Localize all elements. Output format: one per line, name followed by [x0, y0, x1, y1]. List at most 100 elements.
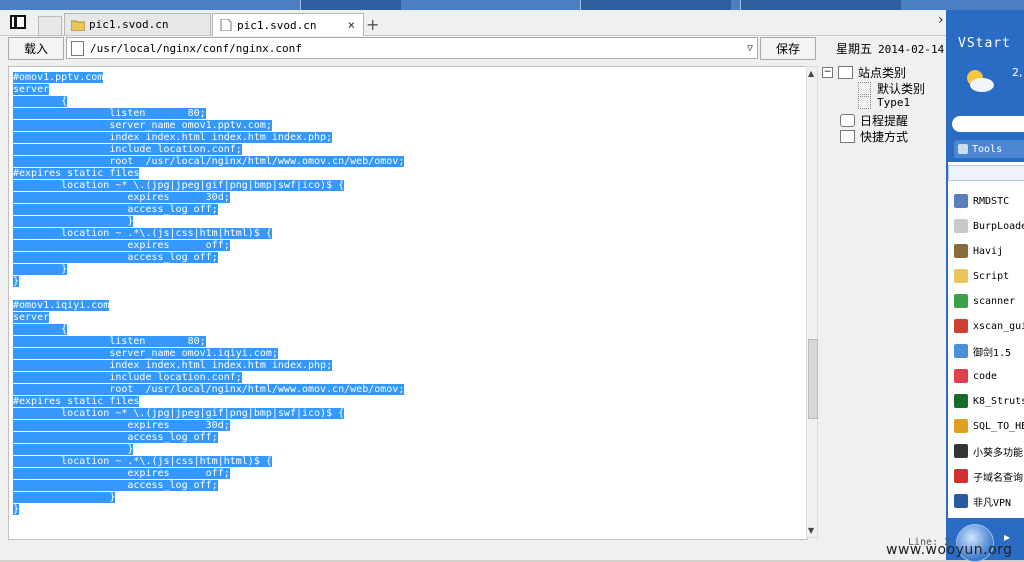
tab-title: pic1.svod.cn — [237, 18, 317, 32]
vstart-panel: VStart 2, Tools RMDSTC BurpLoade Havij Scri… — [946, 10, 1024, 562]
tab-tools[interactable]: Tools — [954, 140, 1024, 158]
selected-text: access_log off; — [13, 252, 218, 263]
code-line: server — [13, 84, 404, 96]
selected-text: expires off; — [13, 468, 230, 479]
selected-text: #expires static files — [13, 168, 140, 179]
editor-scrollbar[interactable]: ▲ ▼ — [806, 66, 818, 538]
code-line: { — [13, 324, 404, 336]
chevron-right-icon[interactable]: › — [938, 12, 944, 28]
vstart-item[interactable]: scanner — [954, 292, 1015, 310]
close-icon[interactable]: × — [348, 18, 355, 32]
vstart-item[interactable]: xscan_gui — [954, 317, 1024, 335]
code-line: server_name omov1.iqiyi.com; — [13, 348, 404, 360]
shortcut-icon — [840, 130, 855, 143]
site-tree: − 站点类别 默认类别 Type1 日程提醒 快捷方式 — [822, 62, 946, 172]
vstart-item[interactable]: 小葵多功能 — [954, 442, 1023, 460]
vstart-item[interactable]: 御剑1.5 — [954, 342, 1011, 360]
code-line: location ~ .*\.(js|css|htm|html)$ { — [13, 228, 404, 240]
selected-text: server_name omov1.pptv.com; — [13, 120, 272, 131]
tab-file-2[interactable]: pic1.svod.cn × — [212, 13, 364, 36]
vstart-item-label: scanner — [973, 295, 1016, 307]
scroll-thumb[interactable] — [808, 339, 818, 419]
list-filter-input[interactable] — [948, 165, 1024, 181]
weather-value: 2, — [1012, 66, 1023, 79]
vstart-item-label: code — [973, 370, 998, 382]
path-input[interactable]: /usr/local/nginx/conf/nginx.conf ▽ — [66, 37, 758, 59]
folder-icon — [71, 20, 85, 31]
vstart-item[interactable]: SQL_TO_HE — [954, 417, 1024, 435]
new-tab-icon[interactable]: + — [366, 15, 379, 34]
code-content: #omov1.pptv.com server { listen 80; serve… — [13, 72, 405, 516]
vstart-item-label: RMDSTC — [973, 195, 1010, 207]
tab-bar: pic1.svod.cn pic1.svod.cn × + — [0, 10, 946, 36]
remote-desktop-icon — [954, 194, 968, 208]
selected-text: expires 30d; — [13, 420, 230, 431]
vstart-item[interactable]: Havij — [954, 242, 1003, 260]
blank-tab-button[interactable] — [38, 16, 62, 36]
selected-text: } — [13, 444, 134, 455]
vstart-item[interactable]: K8_Struts — [954, 392, 1024, 410]
selected-text: } — [13, 216, 134, 227]
taskbar-button[interactable] — [740, 0, 901, 10]
vstart-item[interactable]: code — [954, 367, 997, 385]
selected-text: index index.html index.htm index.php; — [13, 360, 333, 371]
xscan-icon — [954, 319, 968, 333]
globe-icon — [954, 344, 968, 358]
vstart-item[interactable]: 子域名查询 — [954, 467, 1023, 485]
tree-node-shortcuts[interactable]: 快捷方式 — [840, 128, 908, 145]
vstart-item-label: 御剑1.5 — [973, 347, 1012, 359]
vstart-item[interactable]: Script — [954, 267, 1009, 285]
code-line: location ~* \.(jpg|jpeg|gif|png|bmp|swf|… — [13, 180, 404, 192]
tree-node-default-category[interactable]: 默认类别 — [858, 80, 925, 97]
selected-text: location ~ .*\.(js|css|htm|html)$ { — [13, 228, 272, 239]
selected-text: } — [13, 504, 20, 515]
tree-node-label: Type1 — [877, 96, 911, 109]
folder-icon — [838, 66, 853, 79]
date-value: 2014-02-14 — [878, 43, 945, 56]
save-button[interactable]: 保存 — [760, 37, 816, 60]
tab-label: Tools — [972, 143, 1003, 155]
tools-icon — [958, 144, 968, 154]
code-line: expires off; — [13, 240, 404, 252]
scroll-down-icon[interactable]: ▼ — [808, 526, 814, 535]
selected-text: { — [13, 324, 68, 335]
vstart-item[interactable]: BurpLoade — [954, 217, 1024, 235]
vstart-item[interactable]: 非凡VPN — [954, 492, 1011, 510]
code-line: server_name omov1.pptv.com; — [13, 120, 404, 132]
code-line: location ~ .*\.(js|css|htm|html)$ { — [13, 456, 404, 468]
code-line: include location.conf; — [13, 372, 404, 384]
tree-node-schedule[interactable]: 日程提醒 — [840, 112, 908, 129]
code-icon — [954, 369, 968, 383]
code-line: root /usr/local/nginx/html/www.omov.cn/w… — [13, 384, 405, 396]
document-icon — [220, 19, 232, 31]
selected-text: server — [13, 312, 50, 323]
sidebar-toggle-icon[interactable] — [10, 15, 26, 29]
selected-text: location ~ .*\.(js|css|htm|html)$ { — [13, 456, 272, 467]
selected-text: expires off; — [13, 240, 230, 251]
taskbar-button[interactable] — [300, 0, 401, 10]
chevron-down-icon[interactable]: ▽ — [747, 43, 753, 54]
k8-icon — [954, 394, 968, 408]
selected-text: access_log off; — [13, 204, 218, 215]
selected-text: access_log off; — [13, 432, 218, 443]
subdomain-icon — [954, 469, 968, 483]
vstart-search-input[interactable] — [952, 116, 1024, 132]
selected-text: #omov1.iqiyi.com — [13, 300, 110, 311]
code-line: #omov1.pptv.com — [13, 72, 404, 84]
collapse-icon[interactable]: − — [822, 67, 833, 78]
taskbar-button[interactable] — [580, 0, 731, 10]
code-line: index index.html index.htm index.php; — [13, 132, 404, 144]
vstart-item[interactable]: RMDSTC — [954, 192, 1009, 210]
tree-node-label: 默认类别 — [877, 82, 926, 96]
selected-text: } — [13, 276, 20, 287]
tree-node-site-category[interactable]: − 站点类别 — [822, 64, 906, 81]
code-line: expires 30d; — [13, 192, 404, 204]
code-line: access_log off; — [13, 432, 404, 444]
tab-file-1[interactable]: pic1.svod.cn — [64, 13, 211, 35]
tree-node-type1[interactable]: Type1 — [858, 96, 910, 109]
selected-text: root /usr/local/nginx/html/www.omov.cn/w… — [13, 384, 405, 395]
category-icon — [858, 96, 871, 109]
load-button[interactable]: 载入 — [8, 37, 64, 60]
code-editor[interactable]: #omov1.pptv.com server { listen 80; serve… — [8, 66, 808, 540]
scroll-up-icon[interactable]: ▲ — [808, 69, 814, 78]
